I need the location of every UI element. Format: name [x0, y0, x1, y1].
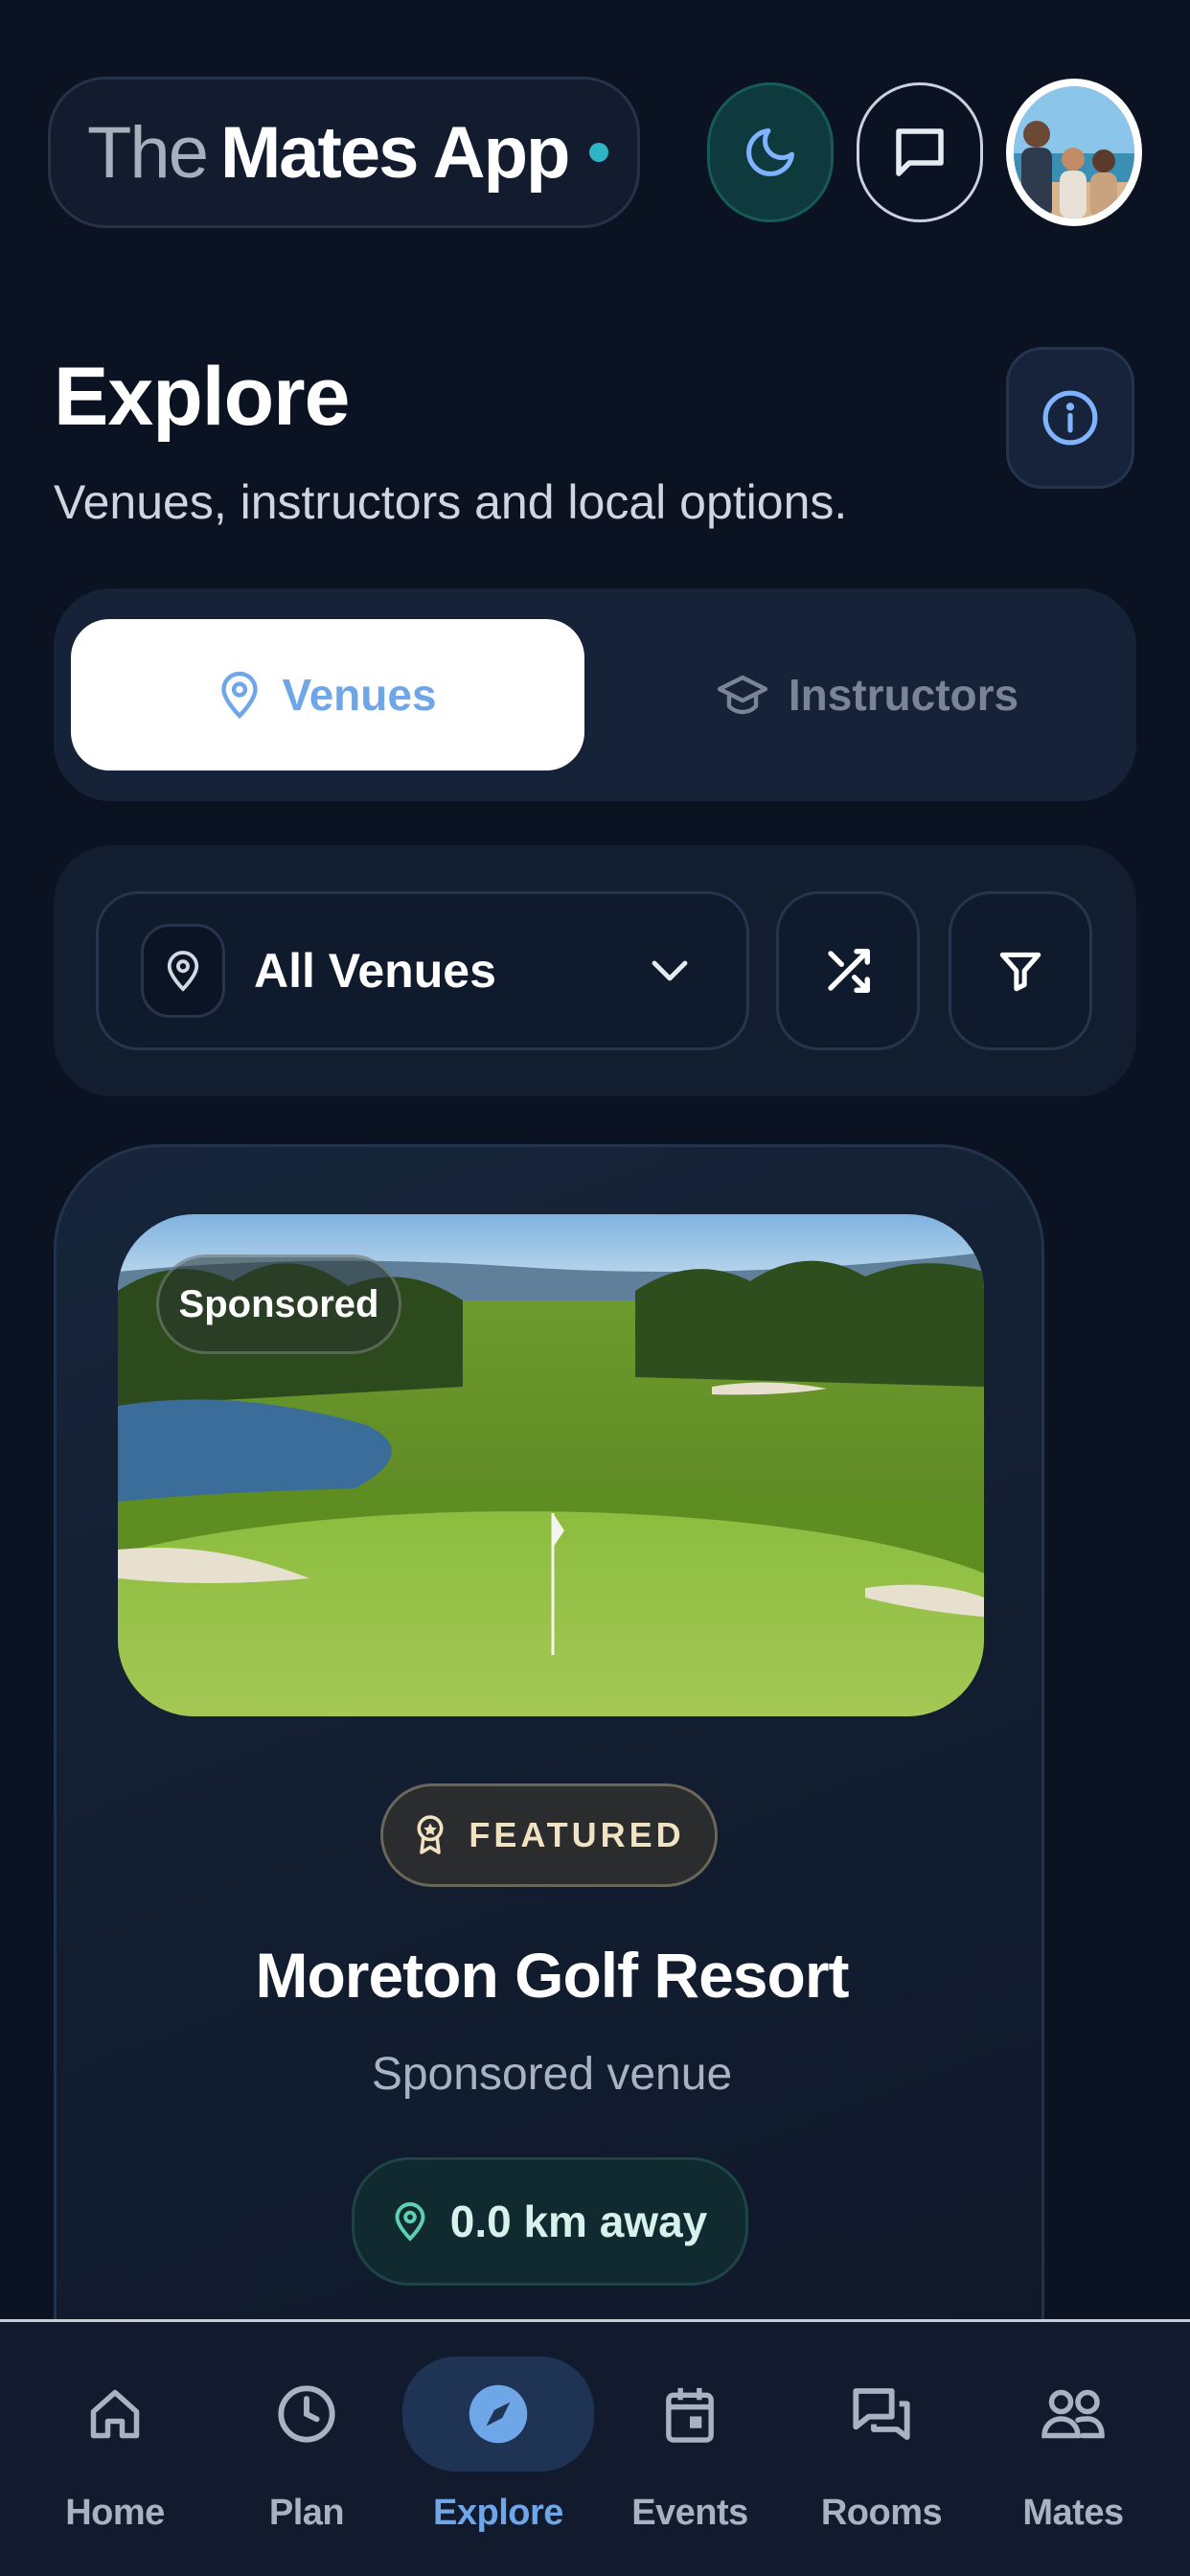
filter-icon	[999, 952, 1041, 992]
distance-badge: 0.0 km away	[352, 2157, 748, 2286]
nav-explore[interactable]: Explore	[402, 2357, 594, 2539]
nav-events-label: Events	[631, 2493, 748, 2533]
nav-plan-label: Plan	[268, 2493, 345, 2533]
award-icon	[417, 1815, 444, 1854]
nav-explore-label: Explore	[433, 2493, 563, 2533]
venue-select[interactable]: All Venues	[96, 891, 749, 1050]
app-brand[interactable]: The Mates App	[48, 77, 640, 228]
venue-select-value: All Venues	[254, 944, 496, 998]
nav-home[interactable]: Home	[19, 2357, 211, 2539]
map-pin-icon	[167, 951, 199, 992]
filter-bar: All Venues	[54, 845, 1136, 1096]
chevron-down-icon	[652, 960, 688, 981]
shuffle-button[interactable]	[776, 891, 920, 1050]
clock-icon	[278, 2385, 335, 2443]
brand-name: Mates App	[219, 111, 570, 194]
featured-label: FEATURED	[469, 1815, 685, 1854]
nav-home-label: Home	[65, 2493, 165, 2533]
tab-instructors[interactable]: Instructors	[629, 619, 1108, 770]
nav-events[interactable]: Events	[594, 2357, 786, 2539]
map-pin-icon	[395, 2202, 425, 2242]
calendar-icon	[666, 2387, 714, 2443]
nav-rooms-label: Rooms	[820, 2493, 943, 2533]
nav-plan[interactable]: Plan	[211, 2357, 402, 2539]
nav-events-icon-wrap	[594, 2357, 786, 2472]
people-icon	[1041, 2389, 1105, 2439]
graduation-cap-icon	[717, 675, 767, 715]
brand-title: The Mates App	[87, 111, 570, 195]
nav-mates[interactable]: Mates	[977, 2357, 1169, 2539]
featured-badge: FEATURED	[380, 1783, 718, 1887]
nav-rooms-icon-wrap	[786, 2357, 977, 2472]
tab-venues-label: Venues	[282, 670, 437, 720]
messages-button[interactable]	[857, 82, 983, 222]
nav-plan-icon-wrap	[211, 2357, 402, 2472]
home-icon	[90, 2389, 140, 2439]
user-avatar[interactable]	[1006, 79, 1142, 226]
theme-toggle-button[interactable]	[707, 82, 834, 222]
venue-name: Moreton Golf Resort	[255, 1940, 850, 2011]
nav-mates-label: Mates	[1022, 2493, 1124, 2533]
map-pin-icon	[221, 671, 259, 720]
avatar-photo	[1014, 86, 1134, 218]
nav-rooms[interactable]: Rooms	[786, 2357, 977, 2539]
page-title: Explore	[54, 351, 350, 443]
brand-status-dot	[589, 143, 609, 162]
sponsored-badge: Sponsored	[156, 1254, 401, 1354]
chat-bubbles-icon	[853, 2388, 910, 2440]
venue-select-pin	[141, 924, 225, 1018]
compass-icon	[469, 2384, 528, 2444]
venue-subtitle: Sponsored venue	[371, 2049, 733, 2100]
filter-button[interactable]	[949, 891, 1092, 1050]
chat-icon	[896, 128, 944, 176]
explore-tabs: Venues Instructors	[54, 588, 1136, 801]
tab-venues[interactable]: Venues	[71, 619, 584, 770]
shuffle-icon	[828, 949, 870, 993]
page-subtitle: Venues, instructors and local options.	[54, 475, 848, 529]
explore-screen: The Mates App Explore Venues, instructors…	[0, 0, 1190, 2576]
brand-prefix: The	[87, 111, 209, 194]
info-icon	[1042, 390, 1098, 446]
tab-instructors-label: Instructors	[788, 670, 1019, 720]
nav-mates-icon-wrap	[977, 2357, 1169, 2472]
nav-explore-icon-wrap	[402, 2357, 594, 2472]
bottom-nav: Home Plan Explore Events Rooms Mates	[0, 2319, 1190, 2576]
info-button[interactable]	[1006, 347, 1134, 489]
nav-home-icon-wrap	[19, 2357, 211, 2472]
venue-image: Sponsored	[118, 1214, 984, 1716]
distance-label: 0.0 km away	[449, 2196, 708, 2246]
moon-icon	[746, 128, 794, 176]
